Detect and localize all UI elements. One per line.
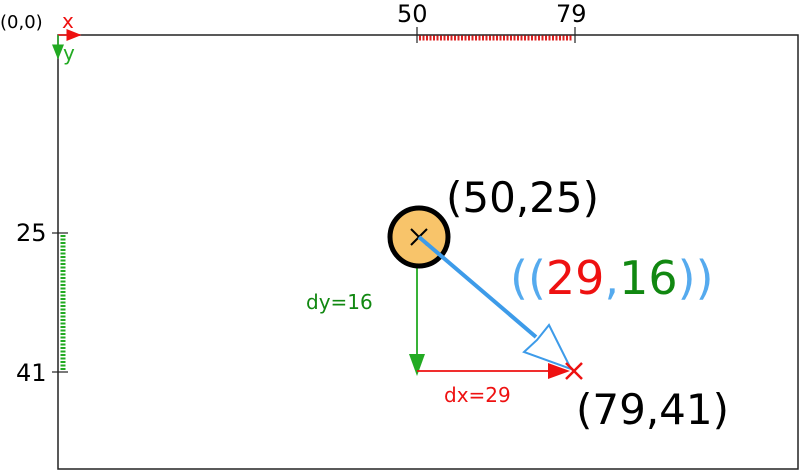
coordinate-diagram: (0,0) x y 50 79 25 41 dy=16 dx=29 (50,25… [0,0,799,470]
vector-close-paren: )) [678,251,714,305]
origin-label: (0,0) [0,12,43,33]
vector-dx-value: 29 [546,251,605,305]
x-axis-indicator: x [58,9,82,41]
left-ruler-start-label: 25 [16,219,47,247]
top-ruler-end-label: 79 [556,0,587,28]
y-axis-indicator: y [52,35,75,65]
x-axis-label: x [62,9,74,33]
vector-label: ((29,16)) [510,251,714,305]
top-ruler: 50 79 [397,0,587,43]
left-ruler: 25 41 [16,219,68,387]
top-ruler-start-label: 50 [397,0,428,28]
dy-label: dy=16 [306,290,373,314]
start-point-label: (50,25) [446,173,599,222]
y-axis-label: y [63,41,75,65]
end-point-label: (79,41) [576,385,729,434]
vector-open-paren: (( [510,251,546,305]
vector-separator: , [604,251,619,305]
vector-dy-value: 16 [619,251,678,305]
dx-arrow [417,363,570,379]
left-ruler-end-label: 41 [16,359,47,387]
dx-label: dx=29 [444,383,511,407]
